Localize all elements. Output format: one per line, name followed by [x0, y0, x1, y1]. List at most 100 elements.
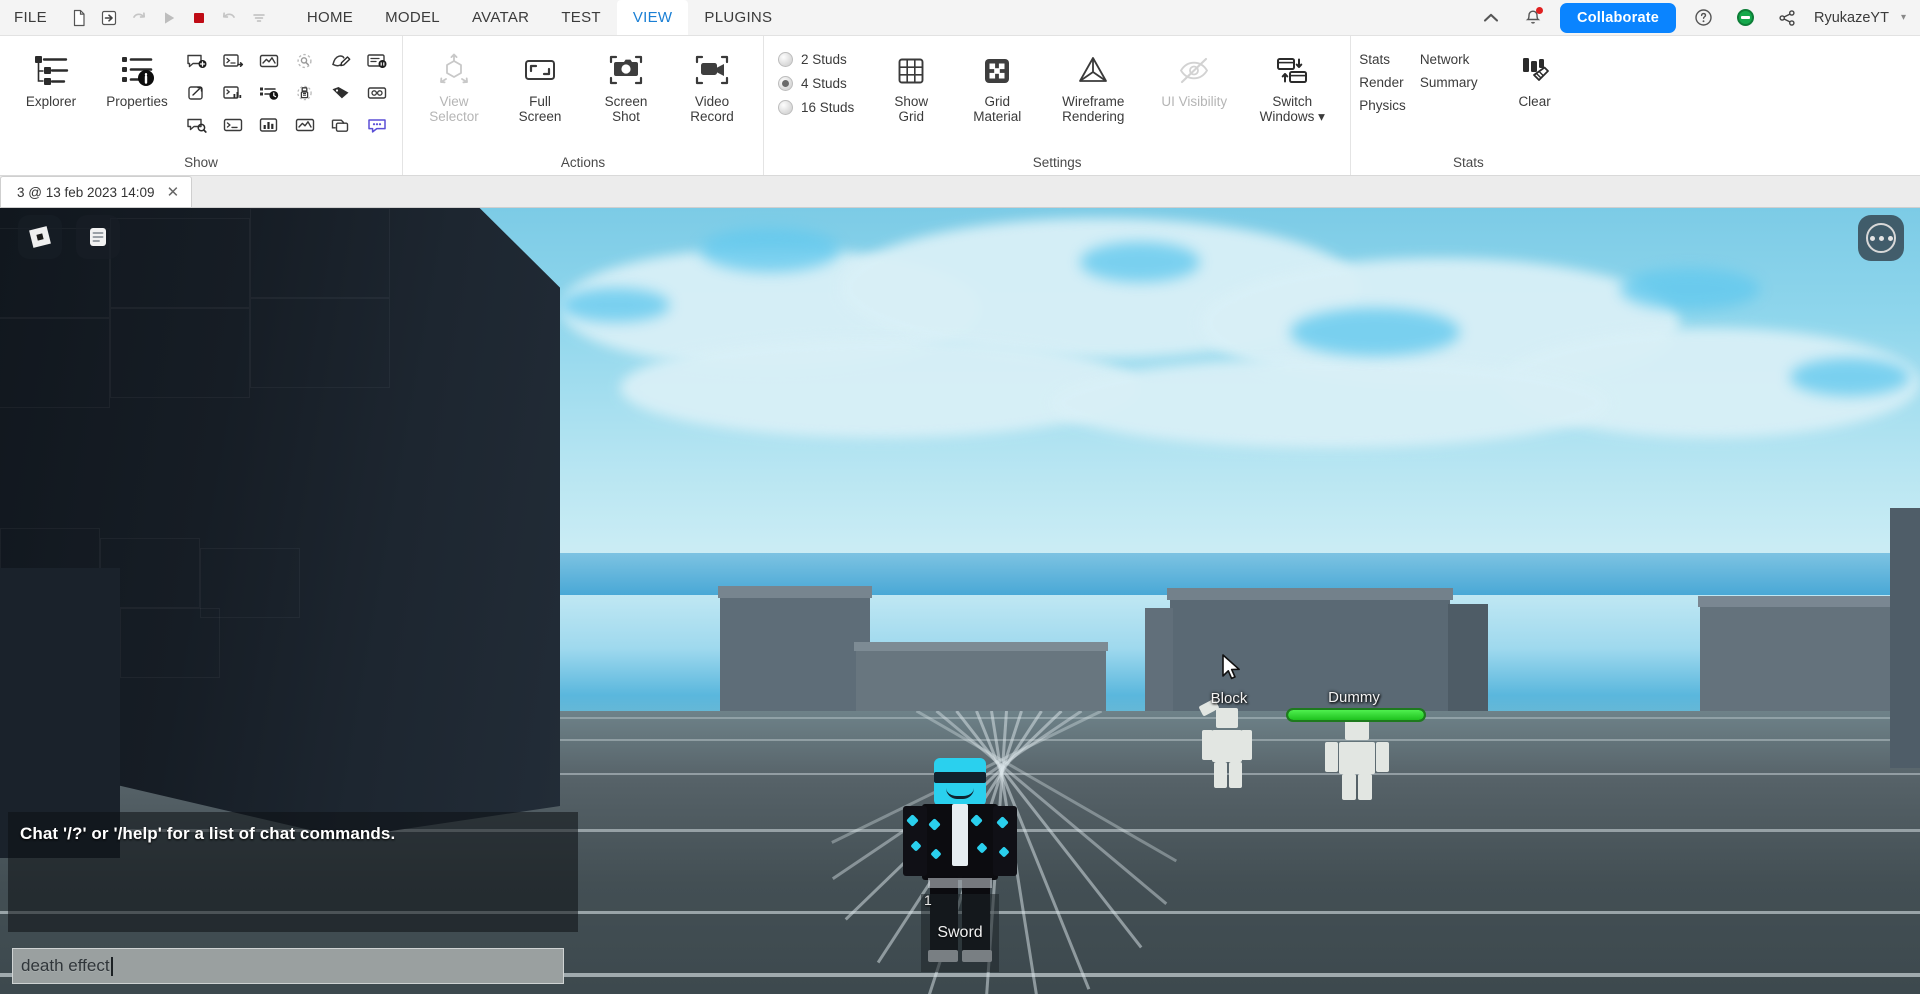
game-settings-icon[interactable] [180, 78, 214, 108]
grid-material-icon [977, 50, 1017, 90]
radio-2-studs[interactable]: 2 Studs [778, 52, 854, 67]
media-panel-icon[interactable] [360, 46, 394, 76]
package-icon[interactable] [324, 110, 358, 140]
script-analysis-icon[interactable] [252, 46, 286, 76]
script-performance-icon[interactable] [288, 110, 322, 140]
ribbon-group-show-title: Show [184, 155, 218, 170]
game-top-left-controls [18, 215, 120, 259]
wireframe-rendering-button[interactable]: Wireframe Rendering [1040, 44, 1146, 128]
properties-label: Properties [106, 94, 168, 109]
share-icon[interactable] [1772, 3, 1802, 33]
tag-editor-icon[interactable] [324, 78, 358, 108]
notification-bell-icon[interactable] [1518, 3, 1548, 33]
switch-windows-label-2: Windows ▾ [1259, 109, 1325, 124]
collaborate-button[interactable]: Collaborate [1560, 2, 1677, 33]
full-screen-button[interactable]: Full Screen [497, 44, 583, 128]
terrain-editor-icon[interactable] [216, 78, 250, 108]
stats-link-stats[interactable]: Stats [1359, 52, 1406, 67]
hotbar-slot-1-number: 1 [924, 892, 932, 908]
overflow-icon[interactable] [245, 4, 273, 32]
team-test-icon[interactable] [360, 78, 394, 108]
right-edge-block [1890, 508, 1920, 768]
explorer-button[interactable]: Explorer [8, 44, 94, 113]
clear-stats-button[interactable]: Clear [1492, 44, 1578, 113]
quick-access-toolbar [61, 4, 273, 32]
screen-shot-button[interactable]: Screen Shot [583, 44, 669, 128]
radio-4-studs[interactable]: 4 Studs [778, 76, 854, 91]
full-screen-label-2: Screen [518, 109, 562, 124]
new-file-icon[interactable] [65, 4, 93, 32]
ribbon-tab-test[interactable]: TEST [545, 0, 617, 36]
help-circle-icon[interactable] [1688, 3, 1718, 33]
ribbon-group-settings-title: Settings [1032, 155, 1082, 170]
redo-icon[interactable] [125, 4, 153, 32]
game-viewport[interactable]: Block Dummy Chat '/?' or '/help' for a l… [0, 208, 1920, 994]
video-record-button[interactable]: Video Record [669, 44, 755, 128]
npc-dummy [1325, 718, 1389, 800]
text-caret [110, 956, 113, 976]
avatar-importer-icon[interactable] [288, 78, 322, 108]
screenshot-camera-icon [606, 50, 646, 90]
output-add-icon[interactable] [180, 46, 214, 76]
file-menu-button[interactable]: FILE [0, 0, 61, 36]
command-bar-icon[interactable] [216, 46, 250, 76]
account-chevron-down-icon[interactable]: ▾ [1901, 12, 1906, 23]
ribbon-group-actions: View Selector Full Screen Screen Shot Vi… [402, 36, 763, 175]
chat-input[interactable]: death effect [12, 948, 564, 984]
screen-shot-label-2: Shot [612, 109, 640, 124]
command-line-icon[interactable] [216, 110, 250, 140]
switch-windows-button[interactable]: Switch Windows ▾ [1242, 44, 1342, 128]
asset-manager-icon[interactable] [324, 46, 358, 76]
show-grid-icon [891, 50, 931, 90]
chat-icon[interactable] [360, 110, 394, 140]
find-script-icon[interactable] [180, 110, 214, 140]
hotbar-slot-1-name: Sword [937, 924, 983, 941]
properties-button[interactable]: Properties [94, 44, 180, 113]
ribbon-tab-model[interactable]: MODEL [369, 0, 456, 36]
ribbon-tab-home[interactable]: HOME [291, 0, 369, 36]
ui-visibility-button[interactable]: UI Visibility [1146, 44, 1242, 113]
grid-material-label-1: Grid [984, 94, 1011, 109]
grid-material-button[interactable]: Grid Material [954, 44, 1040, 128]
online-status-icon[interactable] [1730, 3, 1760, 33]
chat-menu-icon[interactable] [76, 215, 120, 259]
roblox-logo-icon[interactable] [18, 215, 62, 259]
video-record-label-2: Record [690, 109, 734, 124]
ribbon-group-actions-title: Actions [560, 155, 606, 170]
document-tab[interactable]: 3 @ 13 feb 2023 14:09 ✕ [0, 176, 193, 207]
ribbon-group-settings: 2 Studs 4 Studs 16 Studs Show Grid Grid … [763, 36, 1350, 175]
stats-link-summary[interactable]: Summary [1420, 75, 1478, 90]
ribbon-tab-plugins[interactable]: PLUGINS [688, 0, 788, 36]
toolbox-icon[interactable] [288, 46, 322, 76]
hotbar-slot-1[interactable]: 1 Sword [921, 892, 999, 972]
task-scheduler-icon[interactable] [252, 78, 286, 108]
wireframe-label-2: Rendering [1062, 109, 1125, 124]
stats-link-network[interactable]: Network [1420, 52, 1478, 67]
switch-windows-icon [1272, 50, 1312, 90]
ribbon-tab-view[interactable]: VIEW [616, 0, 689, 36]
switch-windows-label-1: Switch [1272, 94, 1313, 109]
more-options-button[interactable] [1858, 215, 1904, 261]
home-icon[interactable] [1476, 3, 1506, 33]
grid-material-label-2: Material [973, 109, 1022, 124]
ribbon-toolbar: Explorer Properties Show View Selector F… [0, 36, 1920, 176]
performance-stats-icon[interactable] [252, 110, 286, 140]
radio-16-studs[interactable]: 16 Studs [778, 100, 854, 115]
open-file-icon[interactable] [95, 4, 123, 32]
view-selector-label-1: View [439, 94, 469, 109]
show-small-buttons [180, 44, 394, 140]
show-grid-label-1: Show [894, 94, 929, 109]
ui-visibility-label: UI Visibility [1161, 94, 1228, 109]
close-icon[interactable]: ✕ [167, 185, 180, 200]
account-username[interactable]: RyukazeYT [1814, 10, 1889, 26]
view-selector-icon [434, 50, 474, 90]
undo-icon[interactable] [215, 4, 243, 32]
ribbon-tab-avatar[interactable]: AVATAR [456, 0, 545, 36]
stats-link-render[interactable]: Render [1359, 75, 1406, 90]
view-selector-button[interactable]: View Selector [411, 44, 497, 128]
stats-link-physics[interactable]: Physics [1359, 98, 1406, 113]
play-icon[interactable] [155, 4, 183, 32]
stop-icon[interactable] [185, 4, 213, 32]
full-screen-label-1: Full [529, 94, 551, 109]
show-grid-button[interactable]: Show Grid [868, 44, 954, 128]
